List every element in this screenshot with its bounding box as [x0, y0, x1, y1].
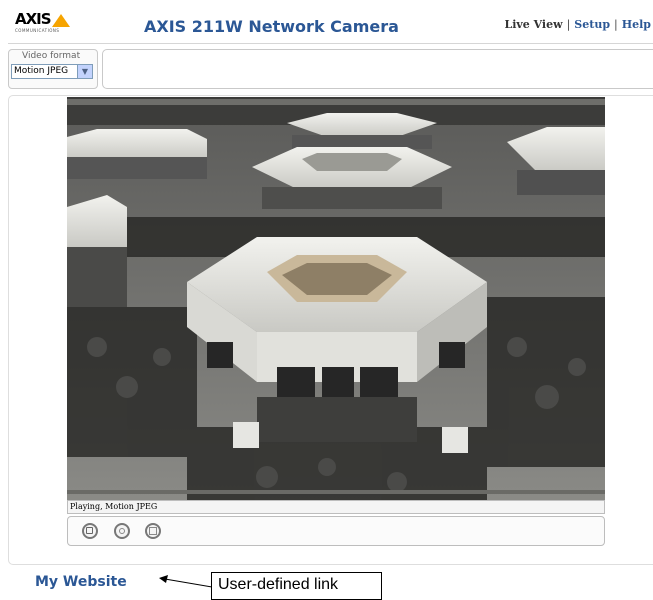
user-defined-link[interactable]: My Website	[35, 574, 127, 590]
fullscreen-icon	[149, 527, 157, 535]
video-format-value: Motion JPEG	[14, 66, 69, 76]
chevron-down-icon[interactable]: ▼	[77, 65, 92, 78]
nav-help[interactable]: Help	[622, 18, 651, 31]
header-divider	[8, 43, 653, 44]
nav-live-view[interactable]: Live View	[504, 18, 562, 31]
video-stream[interactable]	[67, 97, 605, 500]
stop-button[interactable]	[82, 523, 98, 539]
snapshot-icon	[119, 528, 125, 534]
callout-text: User-defined link	[218, 576, 339, 593]
stream-status-bar: Playing, Motion JPEG	[67, 500, 605, 514]
video-format-label: Video format	[22, 51, 81, 61]
stop-icon	[86, 527, 93, 534]
video-format-select[interactable]: Motion JPEG ▼	[11, 64, 93, 79]
nav-setup[interactable]: Setup	[574, 18, 610, 31]
snapshot-button[interactable]	[114, 523, 130, 539]
logo-subtext: COMMUNICATIONS	[15, 28, 60, 33]
video-format-panel: Video format Motion JPEG ▼	[8, 49, 98, 89]
callout-box: User-defined link	[211, 572, 382, 600]
trading-floor-image	[67, 97, 605, 500]
nav-separator: |	[614, 18, 618, 31]
nav-separator: |	[566, 18, 571, 31]
page-title: AXIS 211W Network Camera	[144, 17, 399, 36]
top-navigation: Live View | Setup | Help	[504, 18, 651, 31]
toolbar-panel	[102, 49, 653, 89]
logo-text: AXIS	[15, 10, 52, 28]
logo-triangle-icon	[52, 14, 70, 27]
video-controls-bar	[67, 516, 605, 546]
callout-arrow-icon	[159, 575, 212, 588]
axis-logo: AXIS COMMUNICATIONS	[15, 10, 77, 36]
fullscreen-button[interactable]	[145, 523, 161, 539]
stream-status-text: Playing, Motion JPEG	[70, 502, 158, 511]
